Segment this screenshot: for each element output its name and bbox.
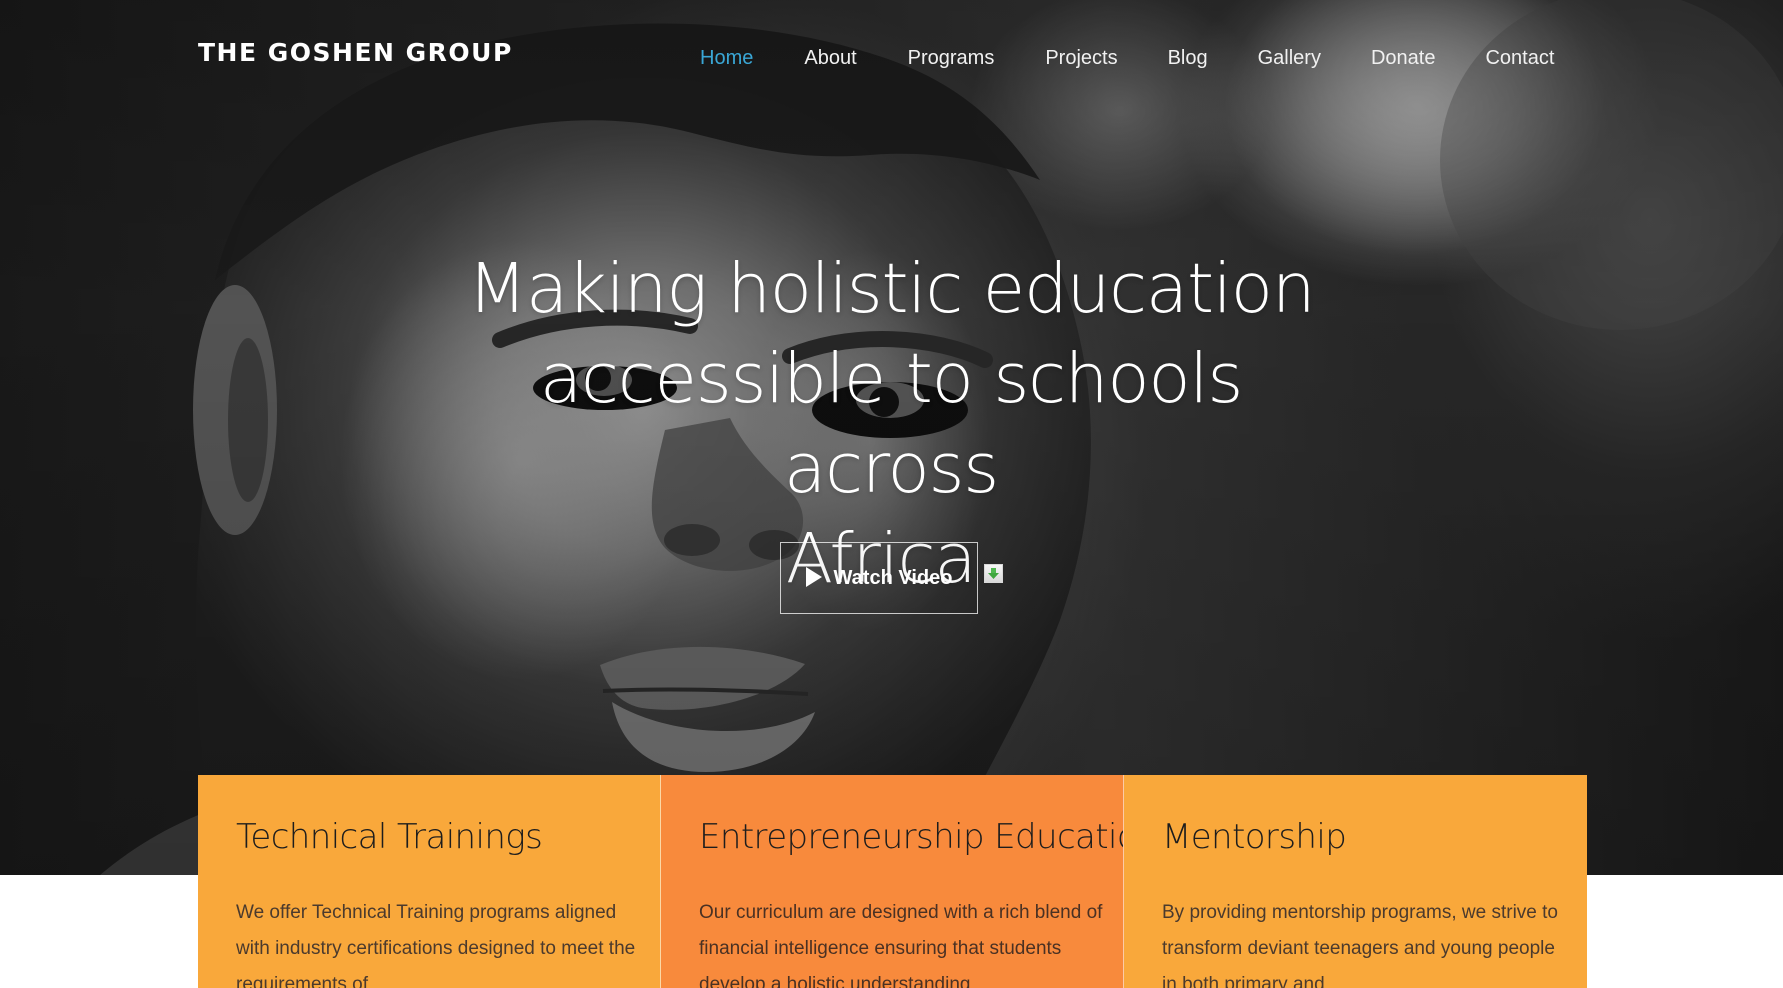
nav-blog[interactable]: Blog (1168, 43, 1208, 73)
card-title: Technical Trainings (236, 817, 543, 857)
download-arrow-icon (988, 568, 999, 579)
nav-home[interactable]: Home (700, 43, 753, 73)
hero-title-line-2: accessible to schools across (539, 339, 1243, 509)
nav-programs[interactable]: Programs (908, 43, 995, 73)
nav-gallery[interactable]: Gallery (1258, 43, 1321, 73)
nav-contact[interactable]: Contact (1485, 43, 1554, 73)
program-cards: Technical Trainings We offer Technical T… (198, 775, 1587, 988)
nav-projects[interactable]: Projects (1045, 43, 1117, 73)
watch-video-button[interactable]: Watch Video (780, 542, 978, 614)
play-icon (805, 567, 822, 587)
page: THE GOSHEN GROUP Home About Programs Pro… (0, 0, 1783, 988)
site-brand[interactable]: THE GOSHEN GROUP (198, 38, 513, 67)
entrepreneurship-education-card[interactable]: Entrepreneurship Education Our curriculu… (661, 775, 1124, 988)
hero-title-line-1: Making holistic education (467, 249, 1316, 329)
nav-donate[interactable]: Donate (1371, 43, 1436, 73)
download-icon[interactable] (984, 564, 1003, 583)
mentorship-card[interactable]: Mentorship By providing mentorship progr… (1124, 775, 1587, 988)
card-description: We offer Technical Training programs ali… (236, 902, 636, 988)
hero-section: THE GOSHEN GROUP Home About Programs Pro… (0, 0, 1783, 875)
site-header: THE GOSHEN GROUP Home About Programs Pro… (0, 0, 1783, 110)
watch-video-label: Watch Video (833, 566, 953, 589)
card-title: Mentorship (1162, 817, 1347, 857)
technical-trainings-card[interactable]: Technical Trainings We offer Technical T… (198, 775, 661, 988)
main-navigation: Home About Programs Projects Blog Galler… (700, 43, 1554, 73)
card-description: By providing mentorship programs, we str… (1162, 902, 1558, 988)
card-description: Our curriculum are designed with a rich … (699, 902, 1103, 988)
card-title: Entrepreneurship Education (699, 817, 1124, 857)
nav-about[interactable]: About (804, 43, 856, 73)
